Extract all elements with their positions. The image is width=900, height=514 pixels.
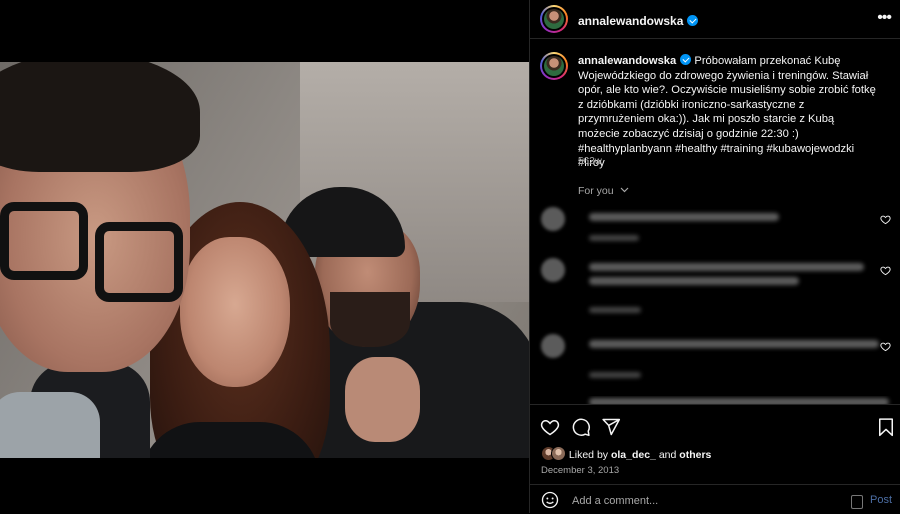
comment-item[interactable]: [541, 207, 896, 247]
heart-outline-icon[interactable]: [880, 214, 891, 225]
photo-person-left-glasses-right: [95, 222, 183, 302]
blurred-comment-text: [589, 213, 779, 221]
liker-avatar[interactable]: [551, 446, 566, 461]
verified-icon: [687, 15, 699, 26]
comment-item[interactable]: [541, 258, 896, 318]
comment-item[interactable]: [541, 334, 896, 384]
more-options-icon[interactable]: •••: [877, 10, 892, 26]
gif-sticker-icon[interactable]: [851, 495, 863, 509]
post-comment-button[interactable]: Post: [870, 494, 892, 506]
comment-filter[interactable]: For you: [578, 185, 629, 197]
post-panel: annalewandowska ••• annalewandowska Prób…: [529, 0, 900, 513]
liker-username[interactable]: ola_dec_: [611, 449, 656, 461]
comment-filter-label: For you: [578, 185, 614, 197]
caption-username[interactable]: annalewandowska: [578, 55, 676, 67]
blurred-comment-meta: [589, 372, 641, 378]
commenter-avatar[interactable]: [541, 207, 565, 231]
action-bar: [530, 404, 900, 445]
author-avatar[interactable]: [540, 5, 568, 33]
post-caption: annalewandowska Próbowałam przekonać Kub…: [578, 54, 878, 171]
blurred-comment-meta: [589, 307, 641, 313]
heart-outline-icon[interactable]: [880, 265, 891, 276]
bookmark-icon[interactable]: [876, 417, 896, 437]
likes-prefix: Liked by: [568, 449, 609, 461]
post-media: [0, 0, 529, 513]
photo-person-middle-face: [180, 237, 290, 387]
photo-person-left-shirt: [0, 392, 100, 458]
likes-and: and: [658, 449, 677, 461]
comment-item[interactable]: [541, 396, 896, 404]
blurred-comment-text: [589, 263, 864, 271]
photo-person-left-glasses-left: [0, 202, 88, 280]
heart-outline-icon[interactable]: [880, 341, 891, 352]
caption-avatar[interactable]: [540, 52, 568, 80]
add-comment-bar: Post: [530, 484, 900, 514]
blurred-comment-text: [589, 277, 799, 285]
send-icon[interactable]: [601, 417, 621, 437]
photo-person-left-hair: [0, 62, 200, 172]
photo-person-right-beard: [330, 292, 410, 347]
comment-icon[interactable]: [571, 417, 591, 437]
author-name-block: annalewandowska: [578, 12, 699, 30]
commenter-avatar[interactable]: [541, 334, 565, 358]
comment-input[interactable]: [570, 492, 834, 510]
heart-icon[interactable]: [540, 417, 560, 437]
chevron-down-icon: [620, 187, 628, 193]
commenter-avatar[interactable]: [541, 258, 565, 282]
photo-person-right-hand: [345, 357, 420, 442]
post-age[interactable]: 562w: [578, 156, 602, 167]
blurred-comment-text: [589, 340, 879, 348]
post-header: annalewandowska •••: [530, 0, 900, 39]
caption-text: Próbowałam przekonać Kubę Wojewódzkiego …: [578, 55, 876, 170]
smiley-icon[interactable]: [541, 491, 559, 509]
likes-others-link[interactable]: others: [679, 449, 711, 461]
post-date[interactable]: December 3, 2013: [541, 465, 619, 476]
post-photo[interactable]: [0, 62, 529, 458]
blurred-comment-meta: [589, 235, 639, 241]
author-username[interactable]: annalewandowska: [578, 14, 683, 28]
verified-icon: [680, 54, 692, 65]
likes-summary: Liked by ola_dec_ and others: [541, 446, 711, 462]
